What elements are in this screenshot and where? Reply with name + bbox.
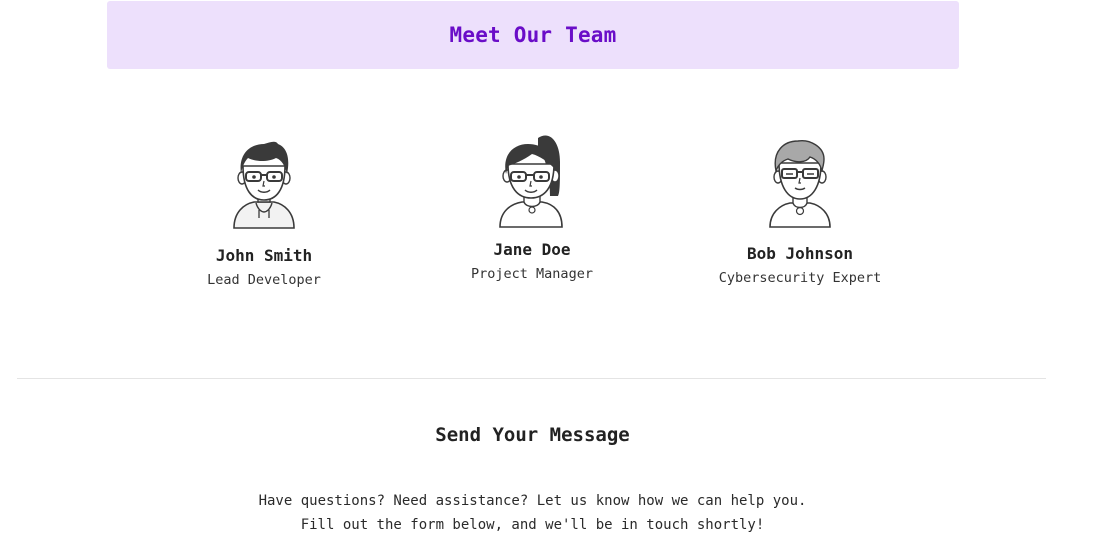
- older-man-glasses-avatar-icon: [766, 139, 834, 229]
- contact-section-title: Send Your Message: [435, 424, 630, 446]
- team-section-title: Meet Our Team: [449, 23, 617, 47]
- contact-intro-line: Fill out the form below, and we'll be in…: [300, 517, 765, 533]
- member-role: Lead Developer: [207, 272, 321, 288]
- contact-intro-text: Have questions? Need assistance? Let us …: [0, 489, 1065, 537]
- member-name: John Smith: [215, 246, 313, 265]
- woman-ponytail-glasses-avatar-icon: [498, 132, 566, 228]
- member-name: Bob Johnson: [747, 244, 853, 263]
- member-role: Cybersecurity Expert: [718, 270, 882, 286]
- team-member-card: Bob Johnson Cybersecurity Expert: [670, 139, 930, 286]
- contact-intro-line: Have questions? Need assistance? Let us …: [258, 493, 807, 509]
- member-name: Jane Doe: [493, 240, 571, 259]
- member-role: Project Manager: [471, 266, 593, 282]
- team-section-banner: Meet Our Team: [107, 1, 959, 69]
- team-member-card: John Smith Lead Developer: [134, 140, 394, 288]
- man-glasses-avatar-icon: [230, 140, 298, 230]
- page: Meet Our Team John Smith Lead Developer …: [0, 0, 1114, 550]
- section-divider: [17, 378, 1046, 379]
- team-member-card: Jane Doe Project Manager: [402, 132, 662, 282]
